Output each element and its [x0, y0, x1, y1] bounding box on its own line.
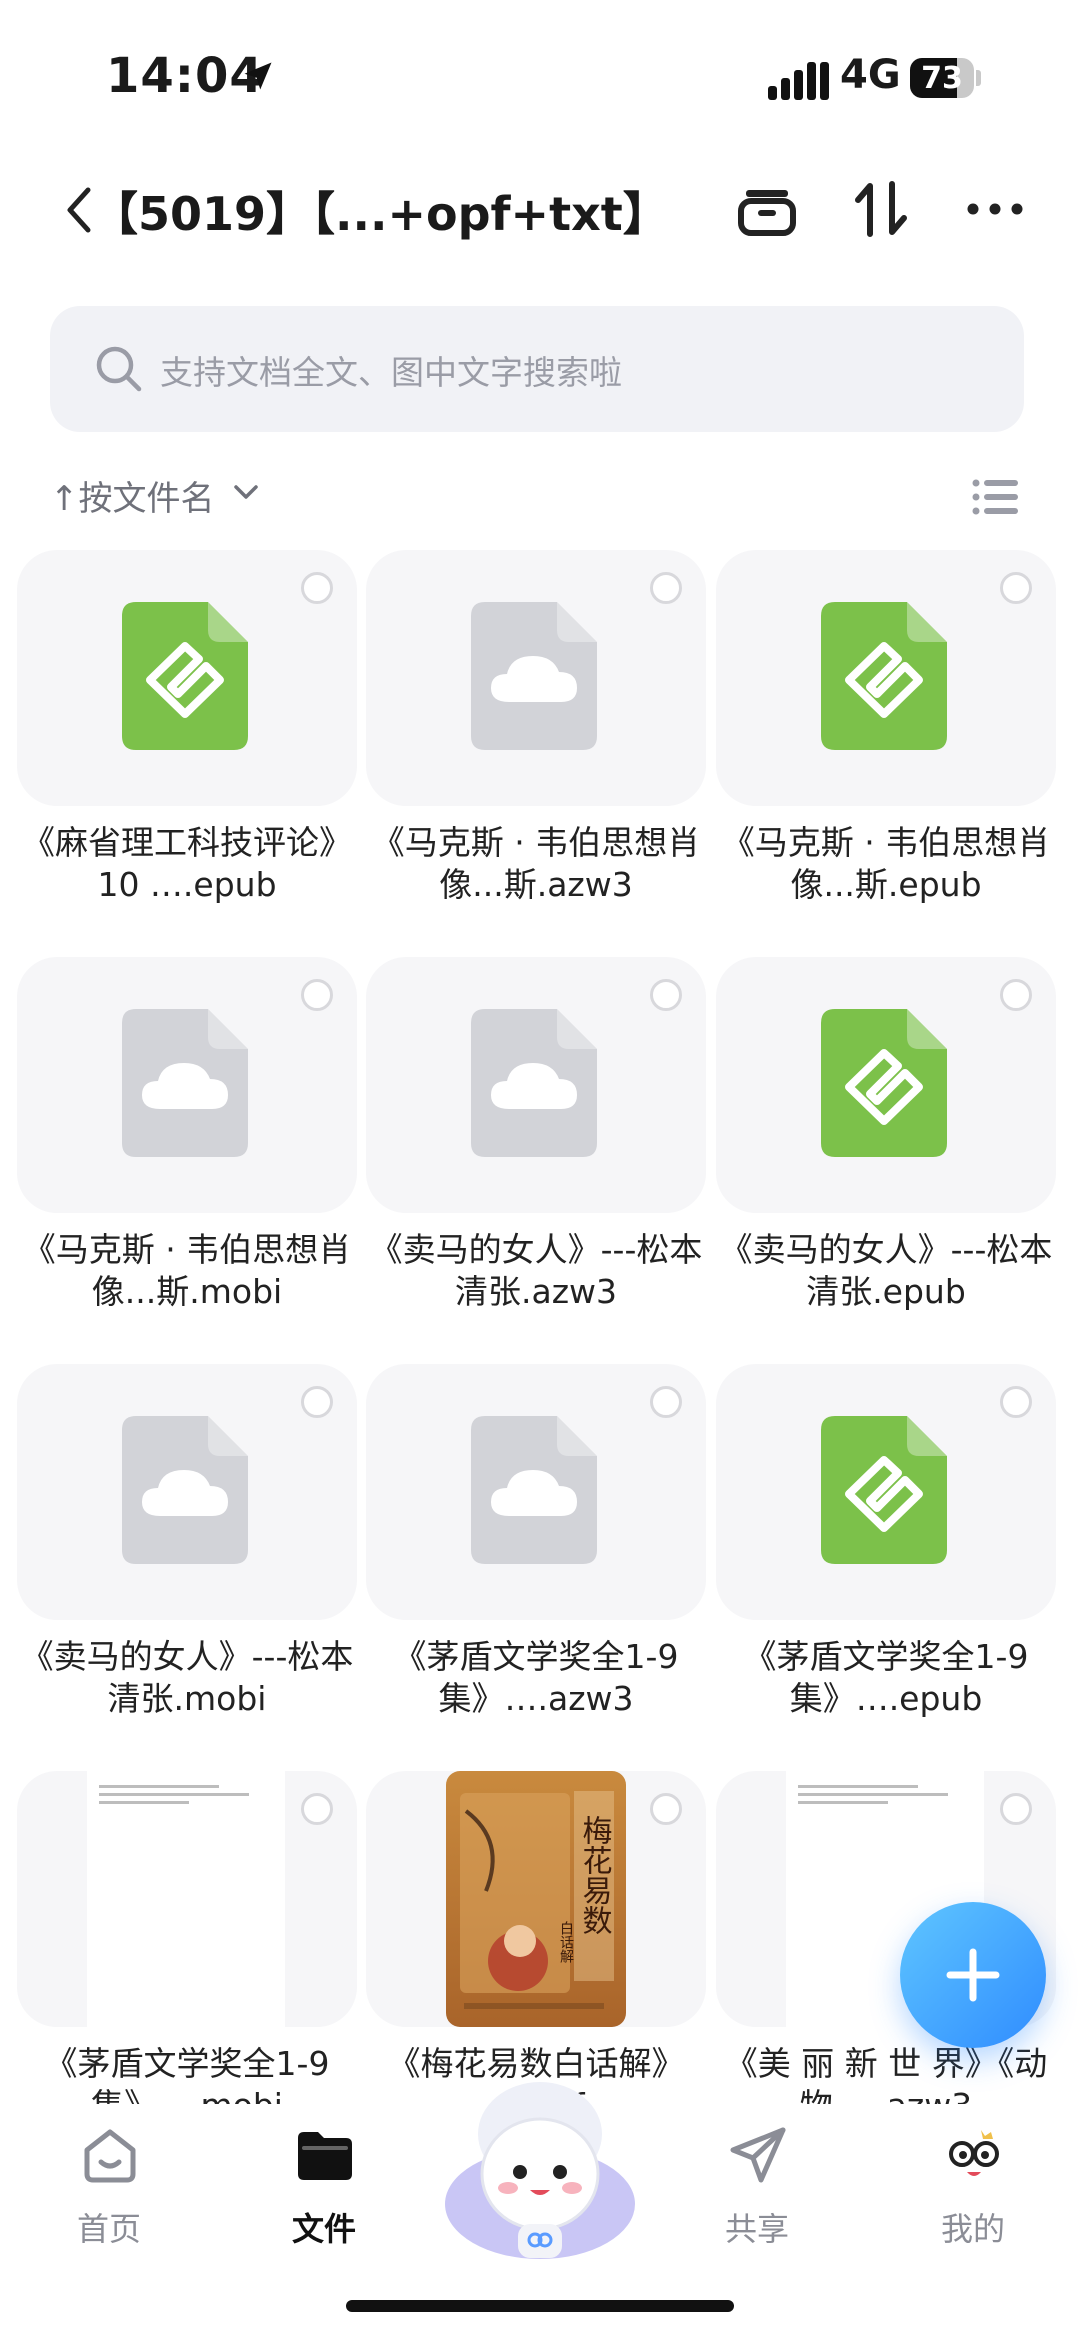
select-checkbox[interactable] [1000, 979, 1032, 1011]
search-icon [96, 346, 142, 392]
cellular-signal-icon [768, 62, 829, 100]
list-view-icon[interactable] [972, 477, 1018, 517]
network-type: 4G [840, 52, 901, 98]
nav-files-label: 文件 [291, 2210, 356, 2248]
location-arrow-icon [244, 62, 272, 90]
epub-file-icon [122, 602, 248, 750]
book-cover-thumbnail: 梅花易数白话解 [446, 1771, 626, 2027]
nav-home-label: 首页 [76, 2210, 141, 2248]
sort-by-name-button[interactable]: ↑按文件名 [50, 471, 215, 520]
nav-share[interactable]: 共享 [682, 2124, 832, 2274]
file-card[interactable] [17, 1771, 357, 2027]
search-placeholder: 支持文档全文、图中文字搜索啦 [160, 353, 622, 392]
home-indicator [346, 2300, 734, 2312]
nav-profile-label: 我的 [940, 2210, 1005, 2248]
file-card[interactable] [716, 550, 1056, 806]
file-name: 《卖马的女人》---松本清张.epub [719, 1230, 1053, 1311]
plus-icon [946, 1948, 1000, 2002]
file-name: 《卖马的女人》---松本清张.mobi [20, 1637, 354, 1718]
sort-label: 按文件名 [78, 479, 215, 519]
nav-files[interactable]: 文件 [249, 2124, 399, 2274]
sort-toggle-icon[interactable] [846, 174, 916, 244]
select-checkbox[interactable] [650, 1793, 682, 1825]
cloud-file-icon [471, 602, 597, 750]
file-card[interactable] [716, 1364, 1056, 1620]
select-checkbox[interactable] [650, 572, 682, 604]
cloud-file-icon [471, 1416, 597, 1564]
select-checkbox[interactable] [301, 1386, 333, 1418]
file-name: 《麻省理工科技评论》10 ….epub [22, 823, 352, 904]
cloud-file-icon [471, 1009, 597, 1157]
select-checkbox[interactable] [301, 979, 333, 1011]
select-checkbox[interactable] [1000, 572, 1032, 604]
nav-share-label: 共享 [724, 2210, 789, 2248]
archive-icon[interactable] [732, 174, 802, 244]
share-icon [730, 2127, 786, 2183]
battery-indicator: 73 [910, 58, 981, 98]
cloud-file-icon [122, 1416, 248, 1564]
epub-file-icon [821, 602, 947, 750]
file-card[interactable] [17, 550, 357, 806]
chevron-down-icon[interactable] [232, 483, 260, 503]
add-button[interactable] [900, 1902, 1046, 2048]
nav-home[interactable]: 首页 [34, 2124, 184, 2274]
select-checkbox[interactable] [650, 979, 682, 1011]
book-cover-subtitle: 白话解 [558, 1921, 574, 1963]
document-thumbnail [87, 1771, 285, 2027]
file-card[interactable] [17, 957, 357, 1213]
file-name: 《卖马的女人》---松本清张.azw3 [369, 1230, 703, 1311]
home-icon [84, 2129, 136, 2183]
profile-icon [949, 2130, 999, 2176]
mascot-icon[interactable] [440, 2064, 640, 2264]
file-name: 《茅盾文学奖全1-9 集》….mobi [44, 2044, 330, 2104]
sort-row: ↑按文件名 [0, 465, 1080, 525]
select-checkbox[interactable] [650, 1386, 682, 1418]
epub-file-icon [821, 1416, 947, 1564]
file-card[interactable] [366, 1364, 706, 1620]
file-name: 《马克斯 · 韦伯思想肖像...斯.epub [721, 823, 1051, 904]
select-checkbox[interactable] [301, 572, 333, 604]
battery-percent: 73 [921, 61, 963, 96]
select-checkbox[interactable] [1000, 1793, 1032, 1825]
epub-file-icon [821, 1009, 947, 1157]
file-name: 《茅盾文学奖全1-9 集》….epub [743, 1637, 1029, 1718]
select-checkbox[interactable] [1000, 1386, 1032, 1418]
folder-icon [298, 2132, 352, 2180]
file-name: 《马克斯 · 韦伯思想肖像...斯.mobi [22, 1230, 352, 1311]
header: 【5019】【...+opf+txt】 [0, 160, 1080, 270]
select-checkbox[interactable] [301, 1793, 333, 1825]
nav-profile[interactable]: 我的 [898, 2124, 1048, 2274]
more-icon[interactable] [960, 174, 1030, 244]
folder-title: 【5019】【...+opf+txt】 [92, 187, 669, 241]
file-name: 《马克斯 · 韦伯思想肖像...斯.azw3 [371, 823, 701, 904]
search-bar[interactable]: 支持文档全文、图中文字搜索啦 [50, 306, 1024, 432]
file-name: 《茅盾文学奖全1-9 集》….azw3 [393, 1637, 679, 1718]
book-cover-title: 梅花易数 [577, 1815, 613, 1935]
file-card[interactable] [17, 1364, 357, 1620]
cloud-file-icon [122, 1009, 248, 1157]
file-card[interactable]: 梅花易数 白话解 [366, 1771, 706, 2027]
file-card[interactable] [366, 957, 706, 1213]
file-card[interactable] [366, 550, 706, 806]
status-bar: 14:04 4G 73 [0, 0, 1080, 150]
file-name: 《美 丽 新 世 界》《动 物 ….azw3 [724, 2044, 1048, 2104]
file-card[interactable] [716, 957, 1056, 1213]
